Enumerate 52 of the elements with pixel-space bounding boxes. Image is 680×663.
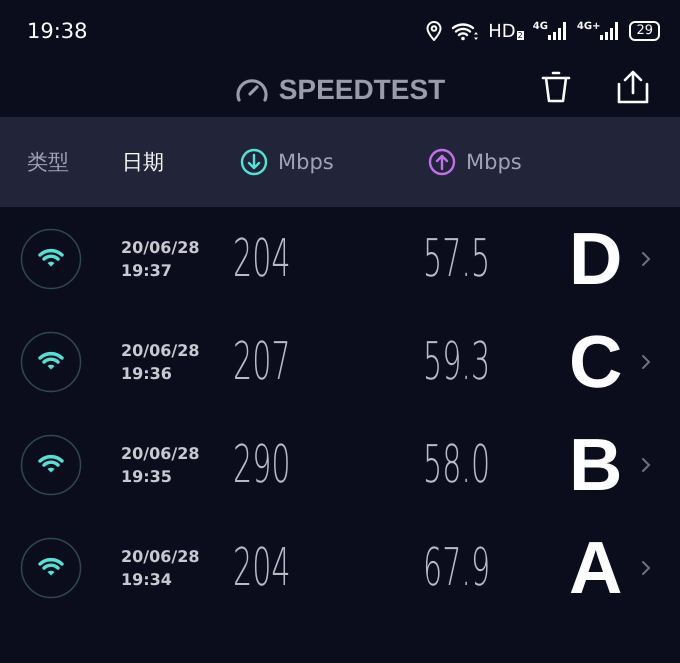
- grade-letter: A: [569, 525, 624, 610]
- signal-icon: [600, 21, 620, 41]
- download-speed: 290: [233, 434, 291, 494]
- column-header[interactable]: 类型: [27, 148, 69, 176]
- gauge-icon: [234, 76, 269, 102]
- upload-speed: 59.3: [423, 332, 490, 392]
- result-row[interactable]: 20/06/28 19:37 204 57.5 D: [0, 207, 680, 310]
- test-date: 20/06/28: [121, 546, 200, 568]
- wifi-icon: [20, 330, 82, 392]
- result-row[interactable]: 20/06/28 19:34 204 67.9 A: [0, 516, 680, 619]
- chevron-icon: [641, 560, 651, 576]
- test-time: 19:34: [121, 568, 173, 590]
- app-title: SPEEDTEST: [278, 74, 446, 106]
- chevron-icon: [641, 354, 651, 370]
- wifi-icon: [20, 536, 82, 598]
- wifi-icon: [20, 434, 82, 496]
- download-speed: 204: [233, 228, 291, 288]
- trash-icon[interactable]: [541, 70, 571, 104]
- column-header[interactable]: Mbps: [240, 148, 334, 176]
- sim-badge: 2: [516, 30, 524, 40]
- grade-letter: D: [569, 216, 624, 301]
- test-time: 19:35: [121, 466, 173, 488]
- battery-indicator: 29: [629, 21, 660, 41]
- upload-speed: 57.5: [423, 228, 490, 288]
- test-time: 19:36: [121, 362, 173, 384]
- test-date: 20/06/28: [121, 340, 200, 362]
- network-label: 4G: [532, 21, 548, 32]
- wifi-icon: [451, 21, 480, 41]
- network-label: 4G+: [576, 21, 600, 32]
- wifi-icon: [20, 228, 82, 290]
- test-date: 20/06/28: [121, 236, 200, 258]
- upload-icon: [428, 148, 456, 176]
- location-icon: [426, 21, 442, 41]
- upload-speed: 58.0: [423, 434, 490, 494]
- test-date: 20/06/28: [121, 442, 200, 464]
- test-time: 19:37: [121, 260, 173, 282]
- download-icon: [240, 148, 268, 176]
- grade-letter: B: [569, 422, 624, 507]
- grade-letter: C: [569, 319, 624, 404]
- download-speed: 204: [233, 538, 291, 598]
- column-header[interactable]: 日期: [122, 148, 164, 176]
- upload-speed: 67.9: [423, 538, 490, 598]
- result-row[interactable]: 20/06/28 19:36 207 59.3 C: [0, 310, 680, 413]
- download-speed: 207: [233, 332, 291, 392]
- status-time: 19:38: [27, 19, 88, 43]
- result-row[interactable]: 20/06/28 19:35 290 58.0 B: [0, 413, 680, 516]
- hd-label: HD: [488, 20, 516, 42]
- chevron-icon: [641, 456, 651, 472]
- chevron-icon: [641, 250, 651, 266]
- signal-icon: [548, 21, 568, 41]
- share-icon[interactable]: [617, 70, 649, 104]
- column-header[interactable]: Mbps: [428, 148, 522, 176]
